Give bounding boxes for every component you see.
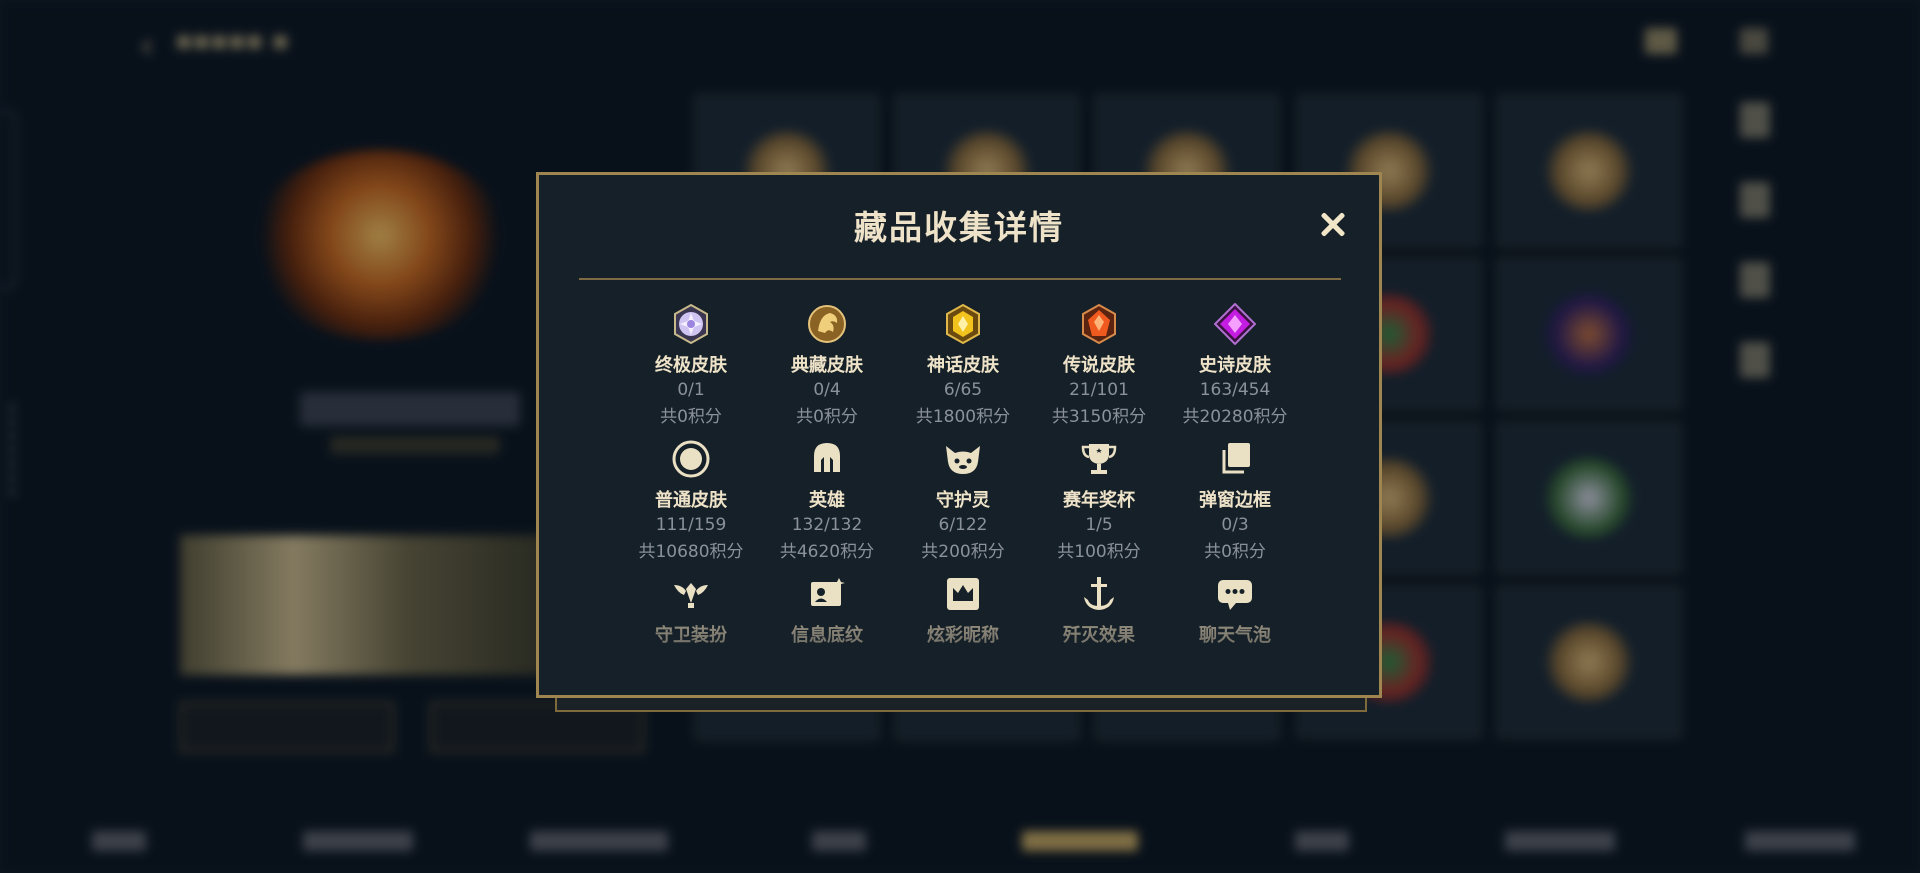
modal-bottom-edge: [555, 698, 1367, 712]
collection-item-legendary-skin[interactable]: 传说皮肤 21/101 共3150积分: [1031, 295, 1167, 430]
collection-item-popup-frame[interactable]: 弹窗边框 0/3 共0积分: [1167, 430, 1303, 565]
collection-item-ace-effect[interactable]: 歼灭效果: [1031, 565, 1167, 688]
collection-item-ultimate-skin[interactable]: 终极皮肤 0/1 共0积分: [623, 295, 759, 430]
title-divider: [579, 278, 1341, 280]
legendary-gem-icon: [1082, 303, 1116, 345]
collection-item-season-trophy[interactable]: 赛年奖杯 1/5 共100积分: [1031, 430, 1167, 565]
champion-helmet-icon: [814, 443, 840, 472]
collection-item-color-nickname[interactable]: 炫彩昵称: [895, 565, 1031, 688]
collection-item-prestige-skin[interactable]: 典藏皮肤 0/4 共0积分: [759, 295, 895, 430]
collection-item-guard-outfit[interactable]: 守卫装扮: [623, 565, 759, 688]
prestige-crest-icon: [808, 305, 846, 343]
collection-item-guardian[interactable]: 守护灵 6/122 共200积分: [895, 430, 1031, 565]
modal-title: 藏品收集详情: [854, 208, 1064, 247]
collection-item-mythic-skin[interactable]: 神话皮肤 6/65 共1800积分: [895, 295, 1031, 430]
epic-gem-icon: [1214, 303, 1256, 345]
collection-item-epic-skin[interactable]: 史诗皮肤 163/454 共20280积分: [1167, 295, 1303, 430]
crown-badge-icon: [947, 578, 979, 610]
collection-item-regular-skin[interactable]: 普通皮肤 111/159 共10680积分: [623, 430, 759, 565]
trophy-icon: [1081, 444, 1117, 474]
info-card-icon: [811, 578, 845, 606]
mythic-gem-icon: [946, 303, 980, 345]
collection-grid: 终极皮肤 0/1 共0积分 典藏皮肤 0/4 共0积分 神话皮肤 6/65 共1…: [623, 295, 1303, 688]
collection-item-chat-bubble[interactable]: 聊天气泡: [1167, 565, 1303, 688]
collection-item-champion[interactable]: 英雄 132/132 共4620积分: [759, 430, 895, 565]
anchor-sword-icon: [1084, 577, 1114, 610]
chat-bubble-icon: [1218, 580, 1252, 610]
collection-grid-scroll[interactable]: 终极皮肤 0/1 共0积分 典藏皮肤 0/4 共0积分 神话皮肤 6/65 共1…: [623, 295, 1303, 688]
collection-item-info-background[interactable]: 信息底纹: [759, 565, 895, 688]
regular-ring-icon: [672, 440, 710, 478]
winged-guard-icon: [674, 583, 708, 608]
popup-frame-icon: [1222, 443, 1250, 474]
guardian-creature-icon: [946, 446, 980, 474]
collection-details-modal: 藏品收集详情 终极皮肤 0/1 共0积分 典藏皮肤 0/4 共0积分 神话皮肤 …: [536, 172, 1382, 698]
close-icon[interactable]: [1314, 205, 1352, 243]
ultimate-gem-icon: [674, 303, 708, 345]
